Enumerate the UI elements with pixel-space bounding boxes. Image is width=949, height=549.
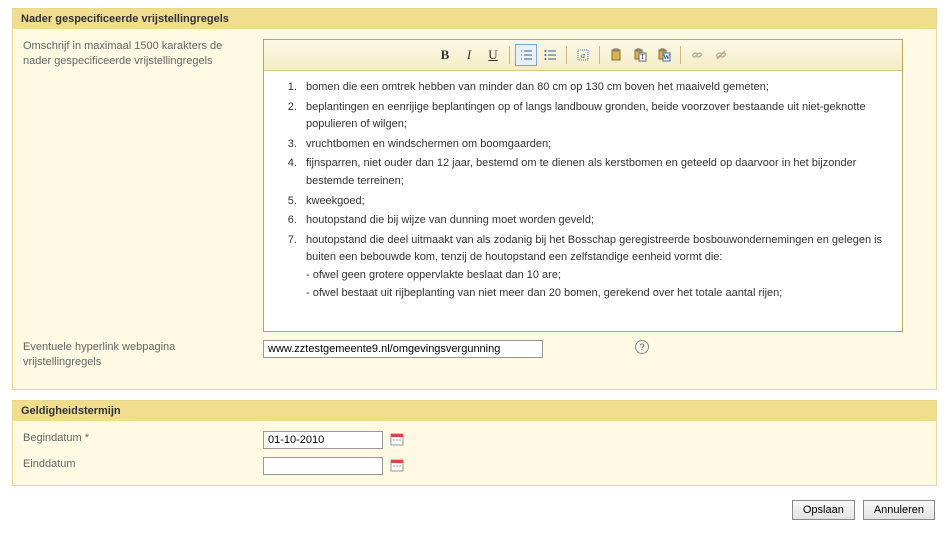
hyperlink-input[interactable] (263, 340, 543, 358)
editor-toolbar: B I U a (264, 40, 902, 71)
unordered-list-button[interactable] (539, 44, 561, 66)
editor-list-item[interactable]: kweekgoed; (300, 193, 890, 211)
link-button[interactable] (686, 44, 708, 66)
toolbar-separator (599, 46, 600, 64)
paste-button[interactable] (605, 44, 627, 66)
editor-list-item[interactable]: bomen die een omtrek hebben van minder d… (300, 79, 890, 97)
editor-list-item[interactable]: houtopstand die deel uitmaakt van als zo… (300, 232, 890, 302)
button-bar: Opslaan Annuleren (12, 496, 937, 524)
calendar-icon[interactable] (389, 431, 405, 447)
help-icon[interactable]: ? (635, 340, 649, 354)
unlink-button[interactable] (710, 44, 732, 66)
bold-button[interactable]: B (434, 44, 456, 66)
editor-content-area[interactable]: bomen die een omtrek hebben van minder d… (264, 71, 902, 331)
label-hyperlink: Eventuele hyperlink webpagina vrijstelli… (23, 340, 263, 371)
label-begindatum: Begindatum * (23, 431, 263, 446)
toolbar-separator (680, 46, 681, 64)
ordered-list-button[interactable] (515, 44, 537, 66)
paste-text-button[interactable]: T (629, 44, 651, 66)
select-all-button[interactable]: a (572, 44, 594, 66)
panel-header-geldigheid: Geldigheidstermijn (13, 401, 936, 421)
editor-list-item[interactable]: beplantingen en eenrijige beplantingen o… (300, 99, 890, 134)
svg-text:W: W (663, 54, 670, 62)
editor-list-item[interactable]: vruchtbomen en windschermen om boomgaard… (300, 136, 890, 154)
label-omschrijving: Omschrijf in maximaal 1500 karakters de … (23, 39, 263, 70)
cancel-button[interactable]: Annuleren (863, 500, 935, 520)
rich-text-editor: B I U a (263, 39, 903, 332)
calendar-icon[interactable] (389, 457, 405, 473)
editor-list-item[interactable]: fijnsparren, niet ouder dan 12 jaar, bes… (300, 155, 890, 190)
toolbar-separator (509, 46, 510, 64)
toolbar-separator (566, 46, 567, 64)
svg-text:T: T (640, 53, 645, 61)
begindatum-input[interactable] (263, 431, 383, 449)
panel-vrijstellingregels: Nader gespecificeerde vrijstellingregels… (12, 8, 937, 390)
svg-text:a: a (581, 51, 585, 60)
italic-button[interactable]: I (458, 44, 480, 66)
panel-geldigheidstermijn: Geldigheidstermijn Begindatum * Einddatu… (12, 400, 937, 486)
save-button[interactable]: Opslaan (792, 500, 855, 520)
editor-list-item[interactable]: houtopstand die bij wijze van dunning mo… (300, 212, 890, 230)
underline-button[interactable]: U (482, 44, 504, 66)
panel-header-vrijstellingregels: Nader gespecificeerde vrijstellingregels (13, 9, 936, 29)
label-einddatum: Einddatum (23, 457, 263, 472)
paste-word-button[interactable]: W (653, 44, 675, 66)
einddatum-input[interactable] (263, 457, 383, 475)
